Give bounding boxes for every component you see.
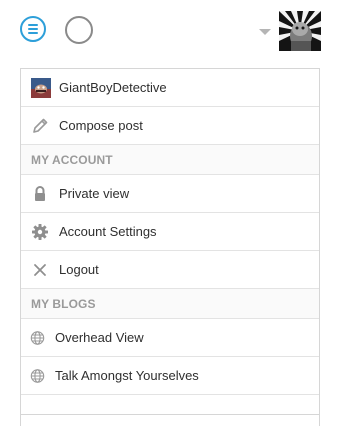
lock-icon: [31, 185, 49, 203]
avatar[interactable]: [279, 11, 321, 51]
menu-line: [28, 32, 38, 34]
pencil-icon: [31, 117, 49, 135]
menu-item-blog-overhead-view[interactable]: Overhead View: [21, 319, 319, 357]
circle-icon[interactable]: [65, 16, 93, 44]
menu-item-label: Logout: [59, 262, 99, 277]
menu-item-label: Talk Amongst Yourselves: [55, 368, 199, 383]
avatar-image: [279, 11, 321, 51]
hamburger-menu-icon[interactable]: [20, 16, 46, 42]
menu-item-label: Private view: [59, 186, 130, 201]
menu-item-profile[interactable]: GiantBoyDetective: [21, 69, 319, 107]
menu-item-blog-talk-amongst-yourselves[interactable]: Talk Amongst Yourselves: [21, 357, 319, 395]
globe-icon: [30, 330, 45, 345]
menu-line: [28, 28, 38, 30]
menu-item-account-settings[interactable]: Account Settings: [21, 213, 319, 251]
account-dropdown-menu: GiantBoyDetective Compose post MY ACCOUN…: [20, 68, 320, 426]
menu-item-compose[interactable]: Compose post: [21, 107, 319, 145]
gear-icon: [31, 223, 49, 241]
close-icon: [31, 261, 49, 279]
globe-icon: [30, 368, 45, 383]
menu-item-label: Overhead View: [55, 330, 144, 345]
section-heading-my-blogs: MY BLOGS: [21, 289, 319, 319]
menu-line: [28, 24, 38, 26]
section-heading-my-account: MY ACCOUNT: [21, 145, 319, 175]
menu-item-label: Account Settings: [59, 224, 157, 239]
caret-down-icon[interactable]: [259, 29, 271, 35]
blog-avatar-icon: [31, 77, 51, 98]
menu-item-logout[interactable]: Logout: [21, 251, 319, 289]
top-bar: [0, 0, 342, 62]
menu-item-private-view[interactable]: Private view: [21, 175, 319, 213]
menu-item-label: Compose post: [59, 118, 143, 133]
menu-footer-divider: [21, 395, 319, 415]
menu-item-label: GiantBoyDetective: [59, 80, 167, 95]
